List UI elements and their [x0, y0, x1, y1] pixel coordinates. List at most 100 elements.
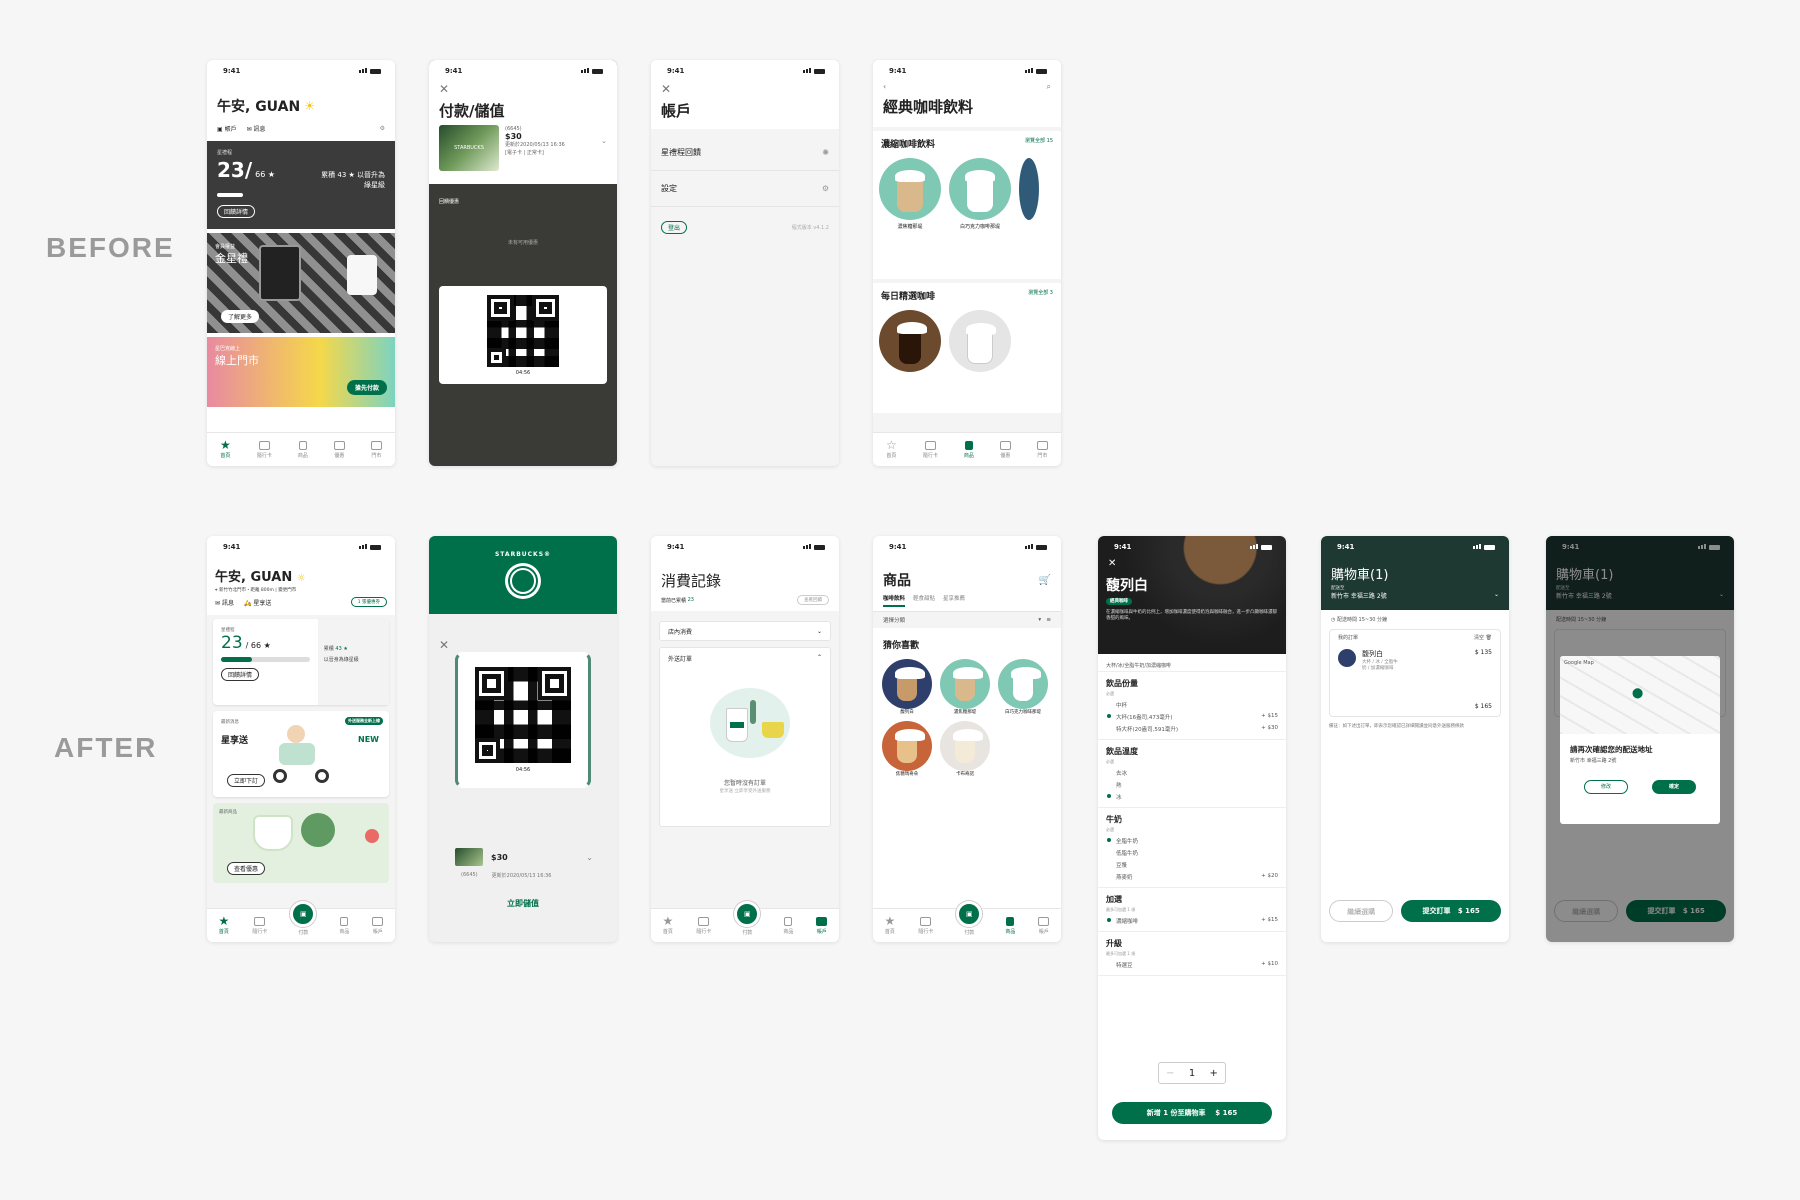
tab-home[interactable]: ★ 首頁: [663, 915, 674, 935]
rewards-row[interactable]: 星禮程回饋 ✺: [651, 135, 839, 171]
tab-card[interactable]: 隨行卡: [252, 916, 267, 935]
chevron-down-icon[interactable]: ⌄: [601, 137, 607, 171]
subtab-food[interactable]: 輕食甜點: [913, 594, 935, 607]
option-radio[interactable]: 全脂牛奶: [1098, 835, 1286, 847]
close-icon[interactable]: ✕: [429, 638, 617, 652]
promo-banner-gold[interactable]: 會員權益 金星禮 了解更多: [207, 233, 395, 333]
product-item[interactable]: [949, 310, 1011, 372]
quantity-stepper[interactable]: −1 +: [1158, 1062, 1226, 1084]
tab-account[interactable]: 帳戶: [1038, 916, 1050, 935]
edit-address-button[interactable]: 修改: [1584, 780, 1628, 794]
address-select[interactable]: 新竹市 幸福三路 2號 ⌄: [1321, 591, 1509, 600]
view-all-link[interactable]: 瀏覽全部 3: [1028, 289, 1053, 302]
tab-card[interactable]: 隨行卡: [923, 440, 938, 459]
view-offers-button[interactable]: 查看優惠: [227, 862, 266, 875]
rewards-detail-button[interactable]: 回饋詳情: [217, 205, 256, 218]
tab-account[interactable]: 帳戶: [816, 916, 828, 935]
tab-card[interactable]: 隨行卡: [918, 916, 933, 935]
view-all-link[interactable]: 瀏覽全部 15: [1025, 137, 1053, 150]
rewards-card[interactable]: 星禮程 23/ 66 ★ 累積 43 ★ 以晉升為 綠星級 回饋詳情: [207, 141, 395, 229]
instore-dropdown[interactable]: 店內消費 ⌄: [659, 621, 831, 641]
product-item[interactable]: 焦糖瑪奇朵: [881, 721, 933, 777]
option-radio[interactable]: 豆漿: [1098, 859, 1286, 871]
option-radio[interactable]: 低脂牛奶: [1098, 847, 1286, 859]
tab-pay[interactable]: ▣ 付款: [734, 901, 761, 936]
learn-more-button[interactable]: 了解更多: [221, 310, 260, 323]
option-radio[interactable]: 特選豆 + $10: [1098, 959, 1286, 971]
product-item[interactable]: 白巧克力咖啡那堤: [949, 158, 1011, 230]
option-radio[interactable]: 特大杯(20盎司,591毫升) + $30: [1098, 723, 1286, 735]
product-item[interactable]: [879, 310, 941, 372]
qr-code[interactable]: [475, 667, 571, 763]
promo-banner-online[interactable]: 星巴克線上 線上門市 搶先付款: [207, 337, 395, 407]
topup-link[interactable]: 立即儲值: [429, 898, 617, 909]
add-to-cart-button[interactable]: 新增 1 份至購物車 $ 165: [1112, 1102, 1272, 1124]
rewards-card[interactable]: 星禮程 23/ 66 ★ 回饋詳情 累積 43 ★ 以晉身為綠星級: [213, 619, 389, 705]
tab-home[interactable]: ★ 首頁: [885, 915, 896, 935]
tab-offers[interactable]: 優惠: [333, 440, 345, 459]
plus-icon[interactable]: +: [1209, 1068, 1217, 1079]
tab-stores[interactable]: 門市: [1036, 440, 1048, 459]
account-link[interactable]: ▣ 帳戶: [217, 124, 237, 133]
close-icon[interactable]: ✕: [429, 82, 617, 96]
option-radio[interactable]: 濃縮咖啡 + $15: [1098, 915, 1286, 927]
minus-icon[interactable]: −: [1166, 1068, 1174, 1079]
gear-icon[interactable]: ⚙: [380, 125, 385, 132]
tab-home[interactable]: ★ 首頁: [219, 915, 230, 935]
tab-stores[interactable]: 門市: [370, 440, 382, 459]
tab-home[interactable]: ★ 首頁: [220, 439, 231, 459]
option-radio[interactable]: 中杯: [1098, 699, 1286, 711]
tab-offers[interactable]: 優惠: [999, 440, 1011, 459]
tab-card[interactable]: 隨行卡: [257, 440, 272, 459]
google-map[interactable]: Google Map ⬤: [1560, 656, 1720, 734]
product-item[interactable]: 卡布奇諾: [939, 721, 991, 777]
tab-products[interactable]: 商品: [298, 440, 308, 459]
cart-icon[interactable]: 🛒: [1039, 575, 1051, 586]
option-radio[interactable]: 去冰: [1098, 767, 1286, 779]
search-icon[interactable]: ⌕: [1047, 82, 1051, 92]
delivery-link[interactable]: 🛵 星享送: [244, 598, 271, 607]
promo-delivery[interactable]: 最新消息 星享送 外送服務全新上線 NEW 立即下訂: [213, 711, 389, 797]
tab-pay[interactable]: ▣ 付款: [956, 901, 983, 936]
submit-order-button[interactable]: 提交訂單 $ 165: [1401, 900, 1501, 922]
tab-card[interactable]: 隨行卡: [696, 916, 711, 935]
confirm-address-button[interactable]: 確定: [1652, 780, 1696, 794]
tab-products[interactable]: 商品: [964, 440, 974, 459]
product-item[interactable]: 濃焦糖那堤: [939, 659, 991, 715]
product-item[interactable]: 馥列白: [881, 659, 933, 715]
settings-row[interactable]: 設定 ⚙: [651, 171, 839, 207]
option-radio[interactable]: 燕麥奶 + $20: [1098, 871, 1286, 883]
logout-button[interactable]: 登出: [661, 221, 688, 234]
coupon-badge[interactable]: 1 張優惠券: [350, 597, 387, 607]
promo-product[interactable]: 最新商品 查看優惠: [213, 803, 389, 883]
close-icon[interactable]: ✕: [651, 82, 839, 96]
card-image[interactable]: STARBUCKS: [439, 125, 499, 171]
rewards-detail-button[interactable]: 回饋詳情: [221, 668, 260, 681]
prepay-button[interactable]: 搶先付款: [346, 380, 387, 395]
option-radio[interactable]: 冰: [1098, 791, 1286, 803]
message-link[interactable]: ✉ 訊息: [247, 124, 266, 133]
message-link[interactable]: ✉ 訊息: [215, 598, 234, 607]
back-icon[interactable]: ‹: [883, 82, 886, 92]
delivery-dropdown[interactable]: 外送訂單 ⌃ 您暫時沒有訂單 星享送 立即享受外送服務: [659, 647, 831, 827]
option-radio[interactable]: 大杯(16盎司,473毫升) + $15: [1098, 711, 1286, 723]
tab-products[interactable]: 商品: [339, 916, 349, 935]
qr-code[interactable]: [487, 294, 559, 367]
chevron-down-icon[interactable]: ⌄: [586, 853, 593, 862]
tab-products[interactable]: 商品: [783, 916, 793, 935]
category-filter[interactable]: 選擇分類 ▾ ≡: [873, 612, 1061, 628]
continue-shopping-button[interactable]: 繼續選購: [1329, 900, 1394, 922]
close-icon[interactable]: ✕: [1098, 558, 1286, 569]
subtab-recommend[interactable]: 星享推薦: [943, 594, 965, 607]
product-item[interactable]: 白巧克力咖啡那堤: [997, 659, 1049, 715]
subtab-coffee[interactable]: 咖啡飲料: [883, 594, 906, 607]
product-item[interactable]: 濃焦糖那堤: [879, 158, 941, 230]
view-rewards-button[interactable]: 查看回饋: [797, 595, 829, 605]
card-image[interactable]: [455, 848, 483, 866]
tab-account[interactable]: 帳戶: [372, 916, 384, 935]
clear-button[interactable]: 清空 🗑: [1474, 634, 1492, 641]
tab-products[interactable]: 商品: [1005, 916, 1015, 935]
option-radio[interactable]: 熱: [1098, 779, 1286, 791]
tab-home[interactable]: ☆ 首頁: [886, 439, 897, 459]
tab-pay[interactable]: ▣ 付款: [290, 901, 317, 936]
